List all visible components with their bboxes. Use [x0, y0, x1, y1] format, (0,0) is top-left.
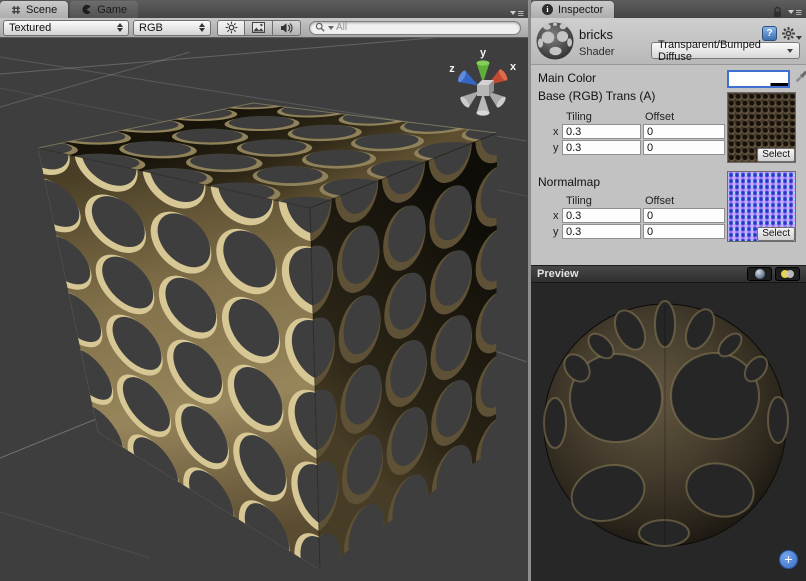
sun-icon [225, 21, 238, 34]
gear-icon[interactable] [782, 27, 802, 40]
image-icon [252, 22, 265, 33]
shader-dropdown[interactable]: Transparent/Bumped Diffuse [651, 42, 800, 59]
chevron-down-icon [787, 49, 793, 53]
normal-texture-thumbnail[interactable]: Select [727, 171, 796, 242]
svg-text:x: x [510, 61, 517, 73]
base-texture-thumbnail[interactable]: Select [727, 92, 796, 163]
svg-text:y: y [480, 47, 487, 59]
game-pacman-icon [81, 4, 92, 15]
help-icon[interactable] [762, 26, 777, 41]
base-tiling-x-input[interactable] [562, 124, 641, 139]
search-icon [315, 22, 326, 33]
row-x-label: x [553, 210, 559, 222]
audio-toggle-button[interactable] [273, 20, 301, 36]
base-tiling-y-input[interactable] [562, 140, 641, 155]
base-offset-y-input[interactable] [643, 140, 725, 155]
row-y-label: y [553, 226, 559, 238]
preview-header[interactable]: Preview [531, 265, 806, 283]
scene-tabbar: Scene Game [0, 0, 528, 18]
normal-map-label: Normalmap [538, 175, 600, 189]
search-input[interactable] [336, 22, 515, 34]
row-y-label: y [553, 142, 559, 154]
normal-tiling-x-input[interactable] [562, 208, 641, 223]
tab-scene[interactable]: Scene [0, 1, 68, 18]
normal-tiling-y-input[interactable] [562, 224, 641, 239]
preview-lighting-button[interactable] [775, 267, 800, 281]
preview-add-button[interactable] [779, 550, 798, 569]
render-mode-value: Textured [9, 22, 51, 34]
preview-shape-button[interactable] [747, 267, 772, 281]
shader-value: Transparent/Bumped Diffuse [658, 39, 787, 63]
gear-dropdown-arrow-icon [796, 36, 802, 40]
preview-body[interactable] [531, 283, 806, 581]
shader-label: Shader [579, 46, 614, 58]
tab-inspector[interactable]: Inspector [531, 1, 614, 18]
color-channels-dropdown[interactable]: RGB [133, 20, 211, 36]
speaker-icon [280, 22, 293, 34]
lighting-toggle-button[interactable] [217, 20, 245, 36]
skybox-toggle-button[interactable] [245, 20, 273, 36]
scene-toolbar: Textured RGB [0, 18, 528, 38]
scene-toggle-group [217, 20, 301, 36]
scene-tab-label: Scene [26, 4, 57, 16]
search-filter-arrow-icon [328, 26, 334, 30]
light-off-icon [786, 270, 794, 278]
inspector-panel: Inspector [528, 0, 806, 581]
main-color-label: Main Color [538, 71, 596, 85]
main-color-swatch[interactable] [727, 70, 790, 88]
base-select-button[interactable]: Select [757, 148, 795, 162]
dropdown-stepper-icon [117, 23, 123, 32]
row-x-label: x [553, 126, 559, 138]
tiling-label: Tiling [566, 195, 592, 207]
normal-offset-y-input[interactable] [643, 224, 725, 239]
scene-viewport[interactable]: y x z [0, 38, 528, 581]
preview-title: Preview [537, 268, 579, 280]
tiling-label: Tiling [566, 111, 592, 123]
render-mode-dropdown[interactable]: Textured [3, 20, 129, 36]
material-ball-thumbnail [535, 21, 575, 61]
normal-select-button[interactable]: Select [757, 227, 795, 241]
base-offset-x-input[interactable] [643, 124, 725, 139]
material-name: bricks [579, 27, 613, 42]
tab-game[interactable]: Game [70, 1, 138, 18]
base-map-label: Base (RGB) Trans (A) [538, 89, 655, 103]
gear-glyph-icon [782, 27, 795, 40]
svg-text:z: z [449, 63, 455, 75]
lock-icon[interactable] [772, 6, 783, 19]
eyedropper-icon[interactable] [794, 69, 806, 86]
inspector-tab-label: Inspector [558, 4, 603, 16]
scene-search-field[interactable] [309, 21, 521, 35]
offset-label: Offset [645, 195, 674, 207]
dropdown-stepper-icon [199, 23, 205, 32]
sphere-icon [755, 269, 765, 279]
info-icon [542, 4, 553, 15]
inspector-tabbar: Inspector [531, 0, 806, 18]
preview-panel: Preview [531, 265, 806, 581]
game-tab-label: Game [97, 4, 127, 16]
normal-offset-x-input[interactable] [643, 208, 725, 223]
offset-label: Offset [645, 111, 674, 123]
color-channels-value: RGB [139, 22, 163, 34]
material-header: bricks Shader Transparent/Bumped Diffuse [531, 18, 806, 65]
alpha-strip [729, 83, 788, 86]
grid-icon [11, 5, 21, 15]
scene-panel: Scene Game Textured RGB [0, 0, 528, 581]
unity-editor-window: Scene Game Textured RGB [0, 0, 806, 581]
